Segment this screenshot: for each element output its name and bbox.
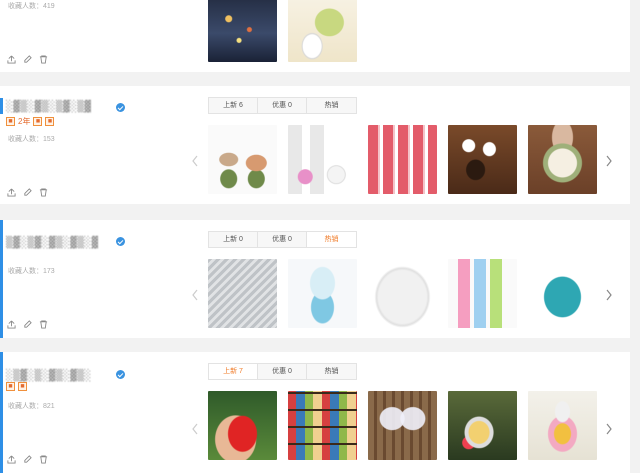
shop-name[interactable]: ░▒▓░▒░▓▒░▓▒░ [6, 369, 91, 382]
chevron-right-icon[interactable] [604, 288, 614, 302]
shop-actions [7, 320, 48, 329]
badge-icon: ■ [18, 382, 27, 391]
shop-card: ▒▓░▒▓░▓▒░▓▒░▓ 收藏人数：173 上新 0 优惠 0 热销 [0, 220, 630, 338]
tab-new[interactable]: 上新 7 [209, 364, 258, 379]
tab-new[interactable]: 上新 0 [209, 232, 258, 247]
shop-actions [7, 55, 48, 64]
badge-icon: ■ [6, 382, 15, 391]
verified-icon [116, 370, 125, 379]
share-icon[interactable] [7, 55, 16, 64]
product-row [208, 125, 597, 194]
tab-discount[interactable]: 优惠 0 [258, 232, 307, 247]
share-icon[interactable] [7, 320, 16, 329]
product-thumbnail[interactable] [368, 259, 437, 328]
product-thumbnail[interactable] [528, 391, 597, 460]
product-thumbnail[interactable] [208, 259, 277, 328]
shop-badges: ■ ■ [6, 382, 27, 391]
shop-name[interactable]: ▒▓░▒▓░▓▒░▓▒░▓ [6, 236, 99, 249]
tab-hot[interactable]: 热销 [307, 232, 356, 247]
tab-discount[interactable]: 优惠 0 [258, 98, 307, 113]
product-row [208, 391, 597, 460]
edit-icon[interactable] [23, 455, 32, 464]
tab-hot[interactable]: 热销 [307, 364, 356, 379]
favorite-count: 收藏人数：153 [8, 136, 55, 143]
share-icon[interactable] [7, 188, 16, 197]
badge-icon: ■ [45, 117, 55, 126]
shop-card: 收藏人数：419 [0, 0, 630, 72]
chevron-right-icon[interactable] [604, 154, 614, 168]
product-thumbnail[interactable] [208, 391, 277, 460]
product-thumbnail[interactable] [288, 259, 357, 328]
shop-badges: ■ 2年 ■ ■ [6, 116, 55, 127]
shop-actions [7, 188, 48, 197]
chevron-left-icon[interactable] [190, 288, 200, 302]
edit-icon[interactable] [23, 55, 32, 64]
shop-actions [7, 455, 48, 464]
shop-years: 2年 [18, 117, 31, 126]
verified-icon [116, 103, 125, 112]
selection-accent [0, 220, 3, 338]
product-thumbnail[interactable] [208, 0, 277, 62]
shop-card: ░▓▒░▓▒░▒▓░▒▓ ■ 2年 ■ ■ 收藏人数：153 上新 6 优惠 0… [0, 86, 630, 204]
shop-tabs: 上新 7 优惠 0 热销 [208, 363, 357, 380]
trash-icon[interactable] [39, 55, 48, 64]
chevron-left-icon[interactable] [190, 422, 200, 436]
product-thumbnail[interactable] [288, 391, 357, 460]
chevron-right-icon[interactable] [604, 422, 614, 436]
shop-name[interactable]: ░▓▒░▓▒░▒▓░▒▓ [6, 100, 91, 113]
product-thumbnail[interactable] [528, 125, 597, 194]
share-icon[interactable] [7, 455, 16, 464]
product-thumbnail[interactable] [208, 125, 277, 194]
tab-hot[interactable]: 热销 [307, 98, 356, 113]
favorite-count: 收藏人数：821 [8, 403, 55, 410]
product-thumbnail[interactable] [368, 391, 437, 460]
product-thumbnail[interactable] [288, 125, 357, 194]
badge-icon: ■ [33, 117, 43, 126]
product-row [208, 0, 357, 62]
product-thumbnail[interactable] [368, 125, 437, 194]
favorite-shops-list: 收藏人数：419 ░▓▒░▓▒░▒▓░▒▓ ■ 2年 ■ ■ 收藏人数：153 … [0, 0, 640, 473]
shop-tabs: 上新 6 优惠 0 热销 [208, 97, 357, 114]
product-thumbnail[interactable] [448, 125, 517, 194]
product-thumbnail[interactable] [448, 259, 517, 328]
verified-icon [116, 237, 125, 246]
favorite-count: 收藏人数：173 [8, 268, 55, 275]
product-thumbnail[interactable] [448, 391, 517, 460]
selection-accent [0, 352, 3, 473]
selection-accent [0, 98, 3, 114]
shop-card: ░▒▓░▒░▓▒░▓▒░ ■ ■ 收藏人数：821 上新 7 优惠 0 热销 [0, 352, 630, 473]
product-thumbnail[interactable] [528, 259, 597, 328]
edit-icon[interactable] [23, 320, 32, 329]
shop-tabs: 上新 0 优惠 0 热销 [208, 231, 357, 248]
tab-new[interactable]: 上新 6 [209, 98, 258, 113]
trash-icon[interactable] [39, 188, 48, 197]
tab-discount[interactable]: 优惠 0 [258, 364, 307, 379]
edit-icon[interactable] [23, 188, 32, 197]
trash-icon[interactable] [39, 455, 48, 464]
product-thumbnail[interactable] [288, 0, 357, 62]
trash-icon[interactable] [39, 320, 48, 329]
chevron-left-icon[interactable] [190, 154, 200, 168]
badge-icon: ■ [6, 117, 15, 126]
favorite-count: 收藏人数：419 [8, 3, 55, 10]
product-row [208, 259, 597, 328]
